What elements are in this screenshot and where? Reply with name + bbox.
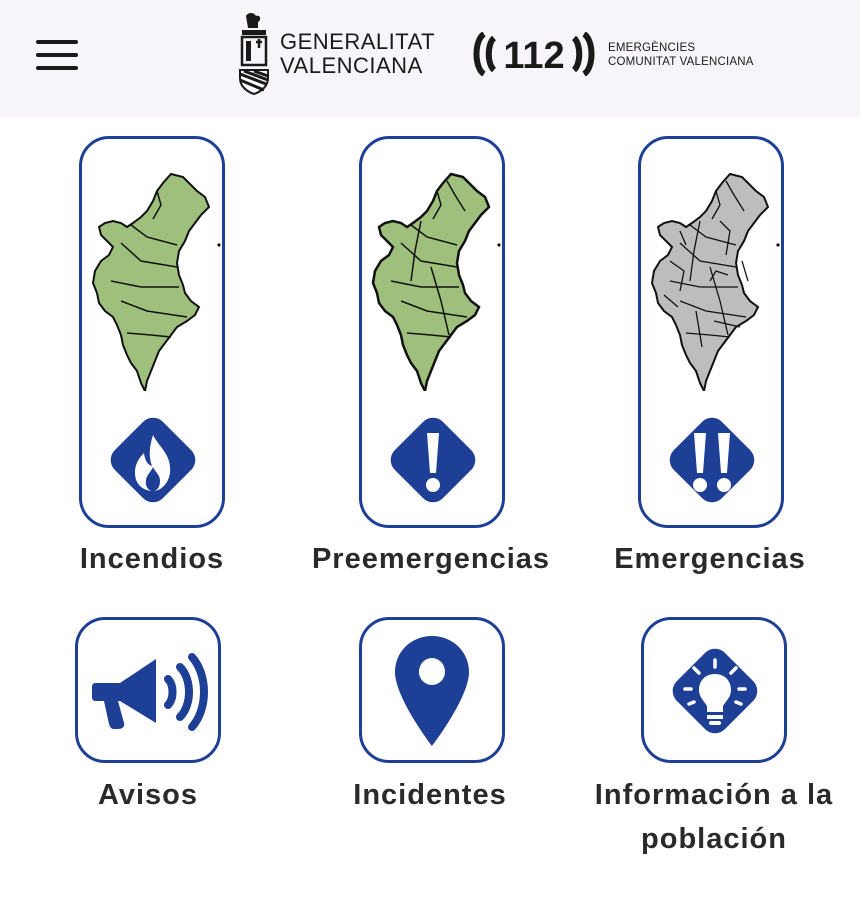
lightbulb-icon (672, 648, 758, 734)
preemergency-zones-map (371, 172, 501, 391)
flame-icon (110, 417, 196, 503)
preemergencias-card[interactable] (359, 136, 505, 528)
e112-line1: EMERGÈNCIES (608, 42, 696, 54)
tile-label-preemergencias[interactable]: Preemergencias (286, 537, 576, 581)
tile-label-avisos[interactable]: Avisos (28, 773, 268, 817)
exclamation-icon (390, 417, 476, 503)
hamburger-menu-icon[interactable] (36, 40, 78, 70)
e112-number: 112 (503, 35, 564, 76)
tile-label-emergencias[interactable]: Emergencias (590, 537, 830, 581)
megaphone-icon (92, 653, 208, 731)
incidentes-card[interactable] (359, 617, 505, 763)
incendios-card[interactable] (79, 136, 225, 528)
double-exclamation-icon (669, 417, 755, 503)
gv-emblem-icon (239, 13, 269, 96)
gv-logo-line2: VALENCIANA (280, 53, 423, 78)
map-pin-icon (395, 636, 469, 746)
e112-line2: COMUNITAT VALENCIANA (608, 56, 754, 68)
informacion-card[interactable] (641, 617, 787, 763)
emergency-zones-map (651, 173, 780, 391)
e112-logo: 112 (473, 32, 595, 76)
tile-label-incidentes[interactable]: Incidentes (310, 773, 550, 817)
avisos-card[interactable] (75, 617, 221, 763)
e112-logo-text: EMERGÈNCIES COMUNITAT VALENCIANA (608, 41, 754, 69)
gv-logo-text: GENERALITAT VALENCIANA (280, 30, 435, 78)
tile-label-incendios[interactable]: Incendios (32, 537, 272, 581)
app-header: GENERALITAT VALENCIANA 112 EMERGÈNCIES C… (0, 0, 860, 117)
emergencias-card[interactable] (638, 136, 784, 528)
fire-zones-map (92, 173, 221, 391)
tile-label-informacion[interactable]: Información a la población (579, 773, 849, 861)
gv-logo-line1: GENERALITAT (280, 29, 436, 54)
